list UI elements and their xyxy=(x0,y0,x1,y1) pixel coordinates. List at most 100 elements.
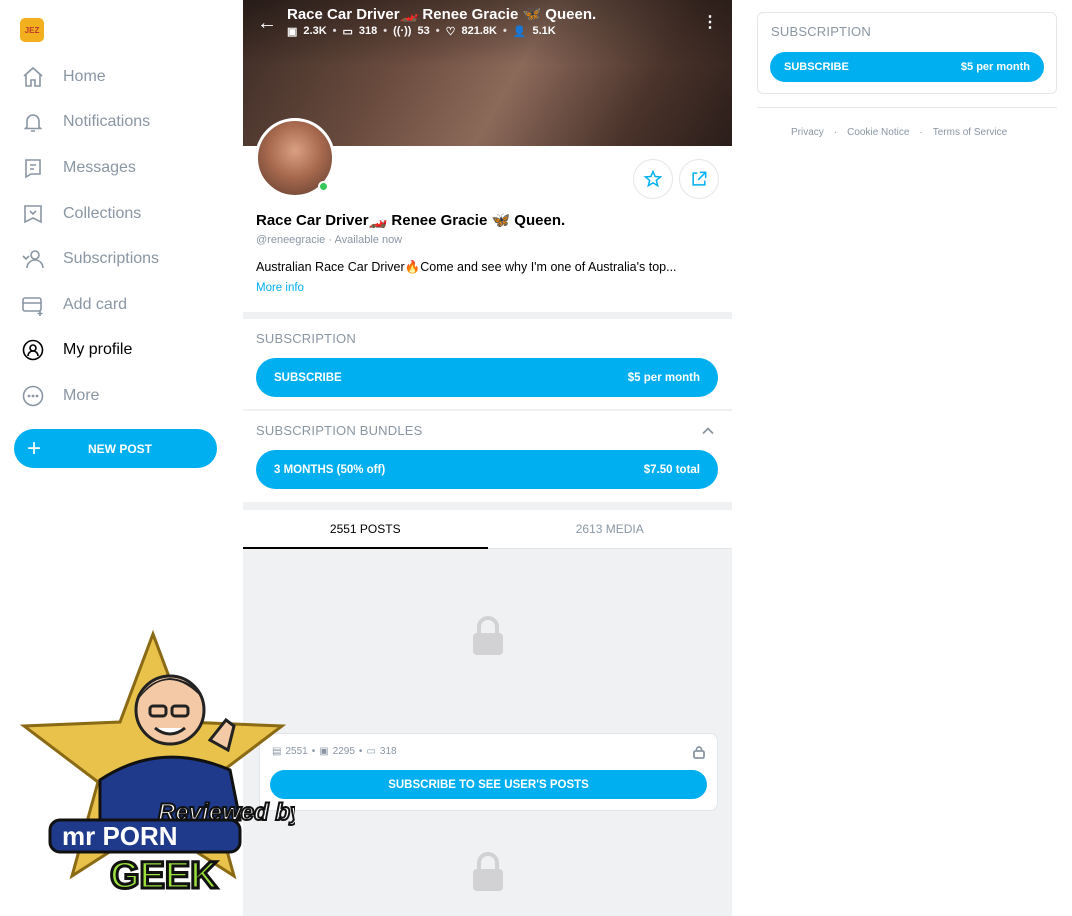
photos-icon: ▣ xyxy=(287,26,298,38)
sidebar-item-label: Messages xyxy=(63,158,136,176)
video-icon: ▭ xyxy=(366,746,376,757)
cookie-notice-link[interactable]: Cookie Notice xyxy=(847,127,909,138)
bundle-label: 3 MONTHS (50% off) xyxy=(274,463,386,476)
share-icon xyxy=(692,171,707,186)
video-icon: ▭ xyxy=(342,26,353,38)
profile-name: Race Car Driver🏎️ Renee Gracie 🦋 Queen. xyxy=(256,212,566,229)
sidebar-item-more[interactable]: More xyxy=(0,373,243,419)
right-subscribe-button[interactable]: SUBSCRIBE $5 per month xyxy=(770,52,1044,82)
tab-media[interactable]: 2613 MEDIA xyxy=(488,510,733,548)
more-info-link[interactable]: More info xyxy=(256,282,304,294)
kebab-menu-icon[interactable]: ⋮ xyxy=(702,12,718,32)
right-subscribe-label: SUBSCRIBE xyxy=(784,61,849,73)
profile-handle-row: @reneegracie · Available now xyxy=(256,234,402,246)
right-subscription-title: SUBSCRIPTION xyxy=(771,24,871,39)
right-divider xyxy=(757,107,1057,108)
plus-icon: + xyxy=(26,435,41,462)
sidebar-nav: Home Notifications Messages Collections … xyxy=(0,54,243,419)
sidebar-item-subscriptions[interactable]: Subscriptions xyxy=(0,236,243,282)
availability-status: Available now xyxy=(334,234,403,246)
subscriptions-icon xyxy=(20,246,46,272)
bundle-price: $7.50 total xyxy=(643,463,700,476)
content-tabs: 2551 POSTS 2613 MEDIA xyxy=(243,510,732,549)
sidebar-item-collections[interactable]: Collections xyxy=(0,191,243,237)
right-subscription-card: SUBSCRIPTION SUBSCRIBE $5 per month xyxy=(757,12,1057,94)
sidebar-item-add-card[interactable]: Add card xyxy=(0,282,243,328)
sidebar-item-label: Home xyxy=(63,67,106,85)
logo-text: JEZ xyxy=(24,25,40,35)
locked-videos-count: 318 xyxy=(379,746,397,757)
right-subscribe-price: $5 per month xyxy=(960,61,1030,73)
app-logo[interactable]: JEZ xyxy=(20,18,44,42)
subscribe-to-see-label: SUBSCRIBE TO SEE USER'S POSTS xyxy=(388,778,589,791)
sidebar-item-my-profile[interactable]: My profile xyxy=(0,328,243,374)
new-post-button[interactable]: + NEW POST xyxy=(14,429,217,468)
subscribe-label: SUBSCRIBE xyxy=(274,371,342,384)
padlock-icon xyxy=(692,745,706,759)
profile-bio: Australian Race Car Driver🔥Come and see … xyxy=(256,260,677,274)
sidebar-item-notifications[interactable]: Notifications xyxy=(0,100,243,146)
photos-count: 2.3K xyxy=(303,25,327,37)
videos-count: 318 xyxy=(358,25,378,37)
bell-icon xyxy=(20,109,46,135)
sidebar-item-label: Collections xyxy=(63,204,142,222)
separator: • xyxy=(383,25,388,37)
profile-column: ← Race Car Driver🏎️ Renee Gracie 🦋 Queen… xyxy=(243,0,732,916)
separator: • xyxy=(502,25,507,37)
lock-placeholder-icon xyxy=(473,852,503,891)
locked-photos-count: 2295 xyxy=(332,746,355,757)
fans-count: 5.1K xyxy=(532,25,556,37)
chevron-up-icon[interactable] xyxy=(700,423,716,439)
bundles-title: SUBSCRIPTION BUNDLES xyxy=(256,423,423,438)
subscribe-to-see-posts-button[interactable]: SUBSCRIBE TO SEE USER'S POSTS xyxy=(270,770,707,799)
subscribe-price: $5 per month xyxy=(627,371,700,384)
sidebar-item-label: Subscriptions xyxy=(63,250,160,268)
separator: · xyxy=(919,127,923,138)
sidebar-item-label: More xyxy=(63,386,100,404)
bookmark-icon xyxy=(20,201,46,227)
sidebar-item-home[interactable]: Home xyxy=(0,54,243,100)
locked-posts-card: ▤ 2551 • ▣ 2295 • ▭ 318 SUBSCRIBE TO SEE USER… xyxy=(259,733,718,811)
separator: • xyxy=(332,25,337,37)
footer-links: Privacy · Cookie Notice · Terms of Servi… xyxy=(791,127,1007,138)
sidebar-item-label: Add card xyxy=(63,295,128,313)
message-icon xyxy=(20,155,46,181)
separator: • xyxy=(311,746,316,757)
more-icon xyxy=(20,383,46,409)
new-post-label: NEW POST xyxy=(88,441,153,456)
photos-icon: ▣ xyxy=(319,746,329,757)
watermark-line3: GEEK xyxy=(110,855,218,897)
watermark-badge: Reviewed by mr PORN GEEK xyxy=(19,630,295,899)
subscription-title: SUBSCRIPTION xyxy=(256,331,356,346)
stream-icon: ((·)) xyxy=(393,25,412,37)
sidebar-item-messages[interactable]: Messages xyxy=(0,145,243,191)
card-icon xyxy=(20,292,46,318)
home-icon xyxy=(20,64,46,90)
share-button[interactable] xyxy=(679,159,719,199)
subscription-card: SUBSCRIPTION SUBSCRIBE $5 per month xyxy=(243,319,732,409)
back-arrow-icon[interactable]: ← xyxy=(257,12,277,35)
bundle-button[interactable]: 3 MONTHS (50% off) $7.50 total xyxy=(256,450,718,489)
header-title: Race Car Driver🏎️ Renee Gracie 🦋 Queen. xyxy=(287,6,597,23)
subscribe-button[interactable]: SUBSCRIBE $5 per month xyxy=(256,358,718,397)
profile-handle[interactable]: @reneegracie xyxy=(256,234,325,246)
header-stats: ▣ 2.3K • ▭ 318 • ((·)) 53 • ♡ 821.8K • 👤 5.1K xyxy=(287,25,556,38)
heart-icon: ♡ xyxy=(445,26,456,38)
profile-card: Race Car Driver🏎️ Renee Gracie 🦋 Queen. … xyxy=(243,118,732,312)
online-indicator xyxy=(318,181,329,192)
favorite-button[interactable] xyxy=(633,159,673,199)
app: JEZ Home Notifications Messages Collecti… xyxy=(0,0,1072,916)
privacy-link[interactable]: Privacy xyxy=(791,127,824,138)
sidebar-item-label: My profile xyxy=(63,341,133,359)
profile-icon xyxy=(20,337,46,363)
sidebar-item-label: Notifications xyxy=(63,113,151,131)
separator: • xyxy=(435,25,440,37)
tab-posts[interactable]: 2551 POSTS xyxy=(243,510,488,549)
separator: · xyxy=(833,127,838,138)
star-icon xyxy=(643,169,663,188)
lock-placeholder-icon xyxy=(473,616,503,655)
fans-icon: 👤 xyxy=(512,26,527,38)
terms-link[interactable]: Terms of Service xyxy=(933,127,1007,138)
streams-count: 53 xyxy=(417,25,430,37)
likes-count: 821.8K xyxy=(461,25,497,37)
